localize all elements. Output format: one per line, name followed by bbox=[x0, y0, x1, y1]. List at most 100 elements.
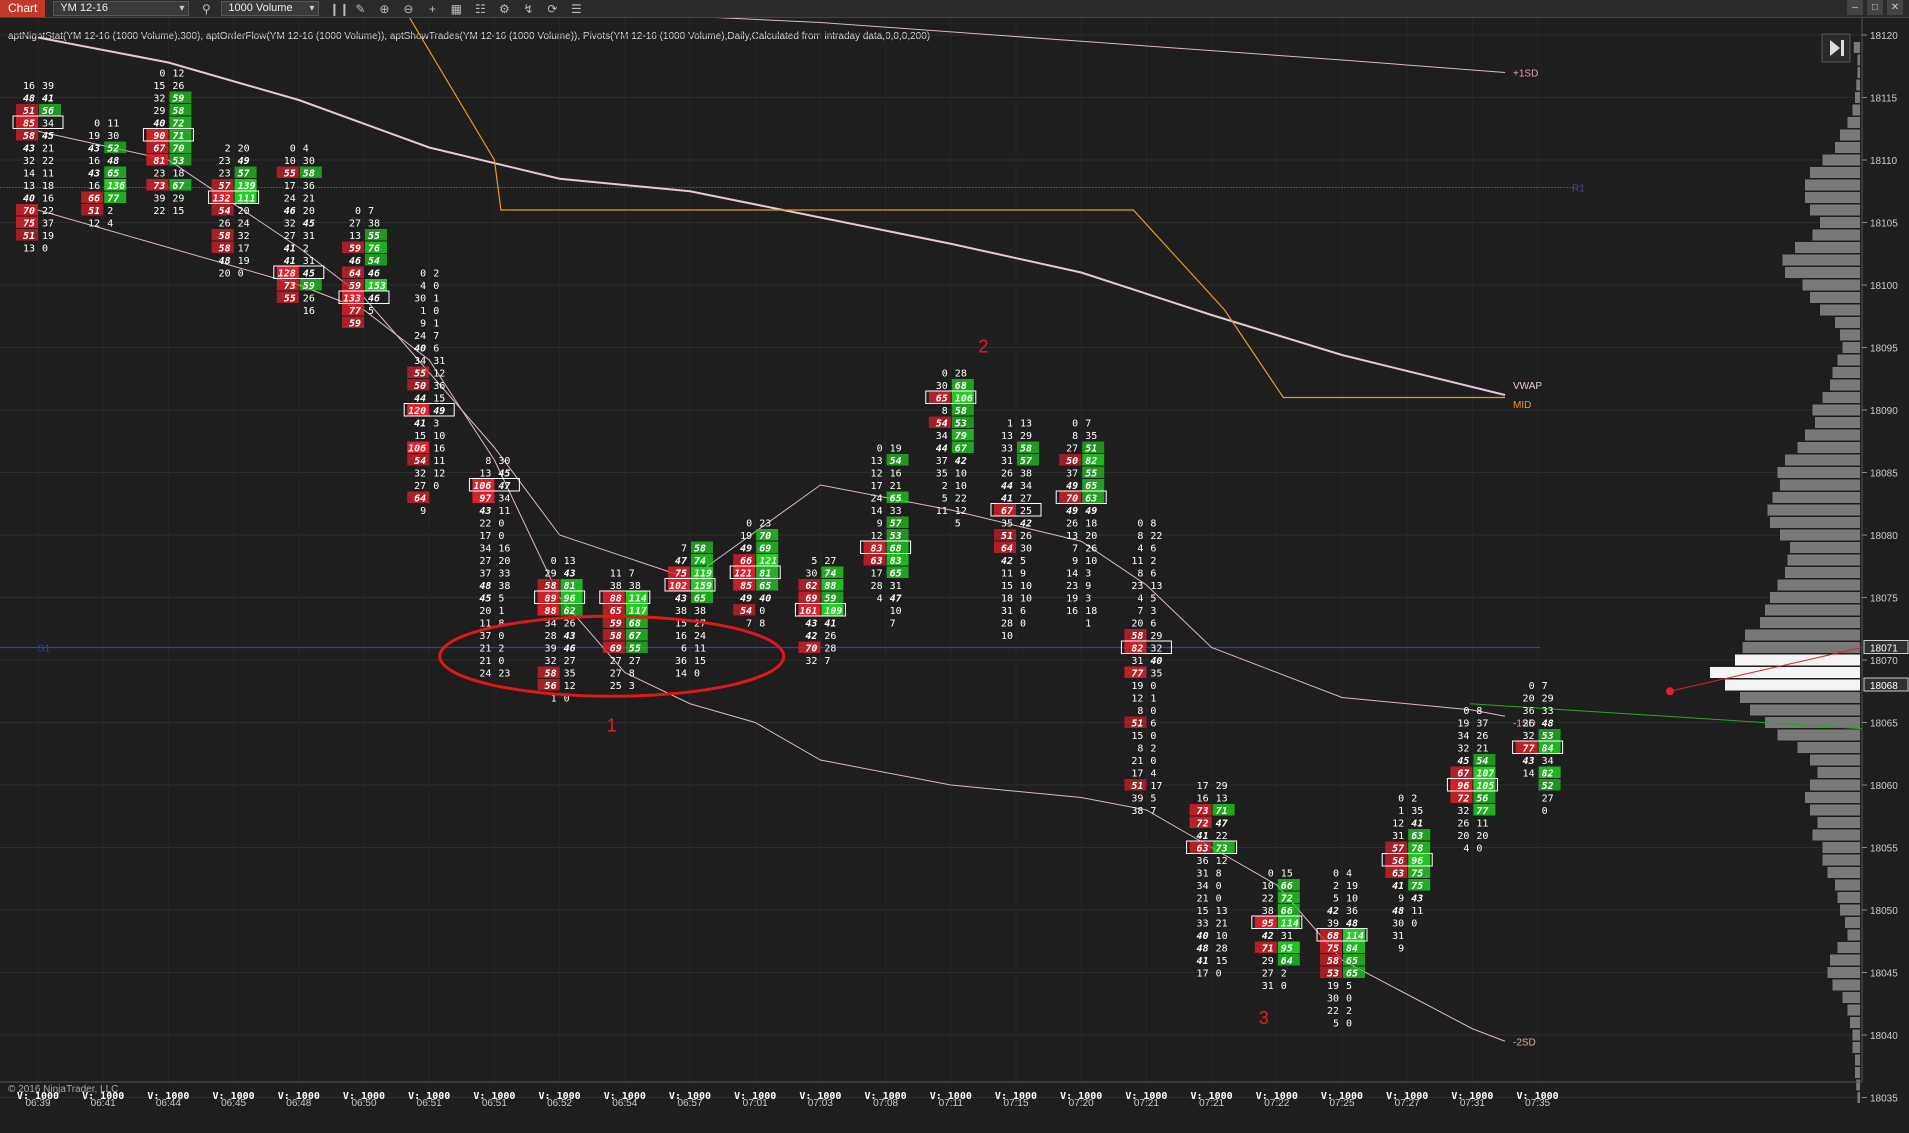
bid-value: 8 bbox=[485, 456, 491, 467]
bid-value: 81 bbox=[153, 156, 165, 167]
ask-value: 39 bbox=[42, 81, 54, 92]
ask-value: 15 bbox=[1281, 869, 1293, 880]
bid-value: 41 bbox=[284, 256, 296, 267]
bar-style-icon[interactable]: ❙❙ bbox=[329, 2, 349, 16]
bid-value: 34 bbox=[936, 431, 948, 442]
bar-volume-label: V: 1000 bbox=[995, 1091, 1037, 1102]
profile-bar bbox=[1840, 904, 1860, 916]
bid-value: 51 bbox=[1131, 719, 1143, 730]
minus-1sd-line bbox=[37, 130, 1506, 717]
bar-volume-label: V: 1000 bbox=[539, 1091, 581, 1102]
price-tick-label: 18080 bbox=[1870, 531, 1898, 542]
footprint-chart[interactable]: S1R1+1SDVWAPMID-1SD-2SD 16 3948 4151 5685 34… bbox=[0, 18, 1909, 1133]
properties-icon[interactable]: ☰ bbox=[569, 2, 583, 16]
ask-value: 19 bbox=[238, 256, 250, 267]
ask-value: 30 bbox=[303, 156, 315, 167]
drawing-tools-icon[interactable]: ↯ bbox=[521, 2, 535, 16]
zoom-out-icon[interactable]: ⊖ bbox=[401, 2, 415, 16]
ask-value: 114 bbox=[629, 594, 647, 605]
bid-value: 9 bbox=[877, 519, 883, 530]
ask-value: 67 bbox=[955, 444, 967, 455]
ask-value: 73 bbox=[1216, 844, 1228, 855]
chart-tab[interactable]: Chart bbox=[0, 0, 46, 17]
bid-value: 12 bbox=[1131, 694, 1143, 705]
bid-value: 72 bbox=[1457, 794, 1469, 805]
ask-value: 41 bbox=[1411, 819, 1423, 830]
profile-bar bbox=[1835, 142, 1860, 153]
bid-value: 13 bbox=[349, 231, 361, 242]
ask-value: 79 bbox=[955, 431, 967, 442]
bid-value: 12 bbox=[1392, 819, 1404, 830]
bid-value: 23 bbox=[1066, 581, 1078, 592]
ask-value: 0 bbox=[1542, 806, 1548, 817]
bid-value: 41 bbox=[1001, 494, 1013, 505]
ask-value: 28 bbox=[824, 644, 836, 655]
minimize-icon[interactable]: – bbox=[1847, 0, 1863, 15]
data-box-icon[interactable]: ▦ bbox=[449, 2, 463, 16]
bid-value: 63 bbox=[1392, 869, 1404, 880]
ask-value: 20 bbox=[1476, 831, 1488, 842]
ask-value: 0 bbox=[433, 281, 439, 292]
ask-value: 46 bbox=[564, 644, 576, 655]
bid-value: 50 bbox=[414, 381, 426, 392]
profile-bar bbox=[1857, 54, 1860, 66]
bid-value: 19 bbox=[1131, 681, 1143, 692]
ask-value: 16 bbox=[433, 444, 445, 455]
ask-value: 65 bbox=[1085, 481, 1097, 492]
bid-value: 0 bbox=[355, 206, 361, 217]
search-icon[interactable]: ⚲ bbox=[199, 2, 213, 16]
bid-value: 15 bbox=[153, 81, 165, 92]
bar-volume-label: V: 1000 bbox=[865, 1091, 907, 1102]
bid-value: 8 bbox=[1137, 706, 1143, 717]
bid-value: 121 bbox=[734, 569, 752, 580]
bid-value: 45 bbox=[479, 594, 491, 605]
bid-value: 65 bbox=[936, 394, 948, 405]
bid-value: 9 bbox=[1398, 944, 1404, 955]
bid-value: 38 bbox=[1262, 906, 1274, 917]
bid-value: 32 bbox=[805, 656, 817, 667]
ask-value: 65 bbox=[1346, 969, 1358, 980]
ask-value: 68 bbox=[629, 619, 641, 630]
bid-value: 17 bbox=[1131, 769, 1143, 780]
profile-bar bbox=[1780, 479, 1860, 491]
ask-value: 8 bbox=[629, 669, 635, 680]
ask-value: 17 bbox=[1150, 781, 1162, 792]
zoom-in-icon[interactable]: ⊕ bbox=[377, 2, 391, 16]
bid-value: 97 bbox=[479, 494, 491, 505]
bid-value: 32 bbox=[284, 219, 296, 230]
bid-value: 42 bbox=[1001, 556, 1013, 567]
maximize-icon[interactable]: □ bbox=[1867, 0, 1883, 15]
ask-value: 57 bbox=[238, 169, 250, 180]
ask-value: 2 bbox=[1150, 556, 1156, 567]
instrument-select[interactable]: YM 12-16 bbox=[53, 1, 190, 16]
bid-value: 25 bbox=[610, 681, 622, 692]
ask-value: 37 bbox=[1476, 719, 1488, 730]
refresh-icon[interactable]: ⟳ bbox=[545, 2, 559, 16]
profile-bar bbox=[1827, 867, 1860, 878]
bid-value: 15 bbox=[1131, 731, 1143, 742]
ask-value: 13 bbox=[1216, 906, 1228, 917]
crosshair-icon[interactable]: + bbox=[425, 2, 439, 16]
indicators-icon[interactable]: ☷ bbox=[473, 2, 487, 16]
ask-value: 34 bbox=[1542, 756, 1554, 767]
bid-value: 37 bbox=[936, 456, 948, 467]
annotation-label: 3 bbox=[1259, 1008, 1269, 1028]
bid-value: 13 bbox=[1066, 531, 1078, 542]
draw-pencil-icon[interactable]: ✎ bbox=[353, 2, 367, 16]
strategies-icon[interactable]: ⚙ bbox=[497, 2, 511, 16]
bid-value: 4 bbox=[420, 281, 426, 292]
bid-value: 85 bbox=[740, 581, 752, 592]
bid-value: 133 bbox=[343, 294, 361, 305]
ask-value: 36 bbox=[1346, 906, 1358, 917]
profile-bar bbox=[1812, 829, 1860, 841]
bid-value: 13 bbox=[23, 181, 35, 192]
ask-value: 65 bbox=[1346, 956, 1358, 967]
ask-value: 77 bbox=[1476, 806, 1488, 817]
bid-value: 46 bbox=[349, 256, 361, 267]
scroll-to-end-button[interactable] bbox=[1821, 33, 1851, 63]
ask-value: 22 bbox=[1216, 831, 1228, 842]
ask-value: 59 bbox=[172, 94, 184, 105]
period-select[interactable]: 1000 Volume bbox=[221, 1, 320, 16]
ask-value: 1 bbox=[433, 319, 439, 330]
close-icon[interactable]: ✕ bbox=[1887, 0, 1903, 15]
